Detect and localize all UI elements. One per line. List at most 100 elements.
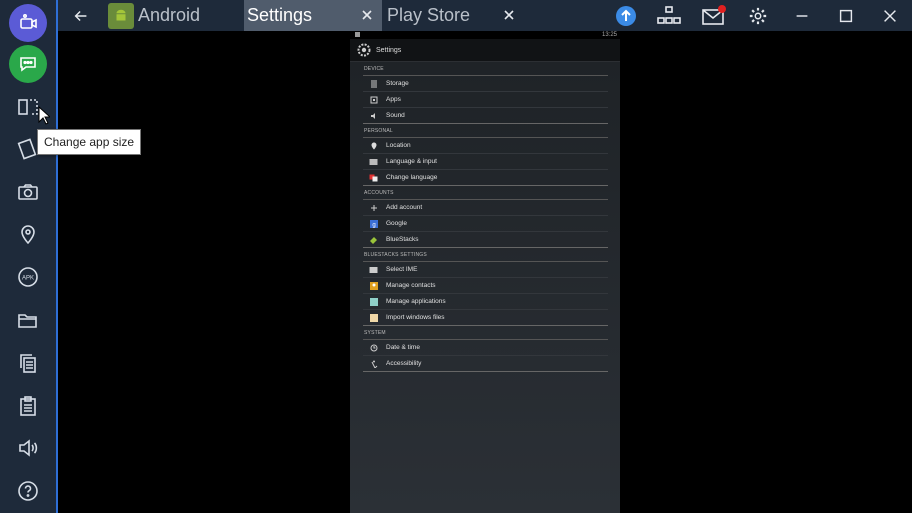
settings-item-sound[interactable]: Sound	[363, 108, 608, 124]
maximize-icon	[839, 9, 853, 23]
section-header: SYSTEM	[363, 328, 608, 340]
mouse-cursor-icon	[38, 106, 50, 125]
item-label: Select IME	[386, 266, 418, 273]
item-label: Sound	[386, 112, 405, 119]
item-label: Apps	[386, 96, 401, 103]
tab-label: Play Store	[387, 5, 471, 25]
settings-gear-icon	[357, 43, 371, 57]
item-label: Add account	[386, 204, 423, 211]
title-bar: Android Settings Play Store	[58, 0, 912, 31]
settings-item-google[interactable]: g Google	[363, 216, 608, 232]
item-label: Google	[386, 220, 407, 227]
item-label: Location	[386, 142, 411, 149]
help-icon[interactable]	[9, 472, 47, 510]
apps-icon	[369, 95, 378, 104]
keyboard-icon	[657, 6, 681, 24]
settings-item-add-account[interactable]: Add account	[363, 200, 608, 216]
android-icon	[108, 2, 134, 29]
item-label: Change language	[386, 174, 438, 181]
item-label: Language & input	[386, 158, 437, 165]
copy-icon[interactable]	[9, 344, 47, 382]
back-button[interactable]	[68, 3, 94, 29]
folder-icon[interactable]	[9, 301, 47, 339]
item-label: Import windows files	[386, 314, 445, 321]
left-toolbar: APK	[0, 0, 58, 513]
paste-icon[interactable]	[9, 387, 47, 425]
google-icon: g	[369, 219, 378, 228]
settings-item-date-time[interactable]: Date & time	[363, 340, 608, 356]
settings-item-select-ime[interactable]: Select IME	[363, 262, 608, 278]
contacts-icon	[369, 281, 378, 290]
mail-button[interactable]	[701, 3, 727, 29]
settings-item-accessibility[interactable]: Accessibility	[363, 356, 608, 372]
keyboard-mapping-button[interactable]	[656, 3, 682, 29]
settings-button[interactable]	[745, 3, 771, 29]
clock-icon	[369, 343, 378, 352]
apk-install-icon[interactable]: APK	[9, 258, 47, 296]
notification-icon	[355, 32, 360, 37]
settings-item-import-windows-files[interactable]: Import windows files	[363, 310, 608, 326]
item-label: BlueStacks	[386, 236, 419, 243]
android-status-bar: 13:25	[350, 31, 620, 39]
close-window-button[interactable]	[877, 3, 903, 29]
settings-item-apps[interactable]: Apps	[363, 92, 608, 108]
status-time: 13:25	[601, 32, 617, 38]
settings-item-change-language[interactable]: Change language	[363, 170, 608, 186]
settings-item-bluestacks[interactable]: BlueStacks	[363, 232, 608, 248]
tooltip: Change app size	[37, 129, 142, 155]
tab-label: Android	[138, 5, 201, 25]
settings-list: DEVICE Storage Apps Sound PERSONAL Locat…	[350, 64, 620, 372]
settings-action-bar: Settings	[350, 39, 620, 62]
close-icon	[362, 10, 372, 20]
android-screen: 13:25 Settings DEVICE Storage Apps Sound…	[350, 31, 620, 513]
tab-close-button[interactable]	[500, 6, 518, 24]
chat-icon[interactable]	[9, 45, 47, 83]
bluestacks-icon	[369, 235, 378, 244]
tab-close-button[interactable]	[358, 6, 376, 24]
settings-item-language-input[interactable]: Language & input	[363, 154, 608, 170]
location-icon[interactable]	[9, 215, 47, 253]
volume-icon[interactable]	[9, 429, 47, 467]
minimize-button[interactable]	[789, 3, 815, 29]
storage-icon	[369, 79, 378, 88]
settings-item-manage-applications[interactable]: Manage applications	[363, 294, 608, 310]
settings-item-manage-contacts[interactable]: Manage contacts	[363, 278, 608, 294]
change-language-icon	[369, 173, 378, 182]
settings-title: Settings	[376, 46, 402, 54]
back-arrow-icon	[74, 10, 87, 22]
tab-play-store[interactable]: Play Store	[384, 0, 524, 31]
camera-chat-icon[interactable]	[9, 4, 47, 42]
close-icon	[504, 10, 514, 20]
gear-icon	[749, 7, 767, 25]
import-files-icon	[369, 313, 378, 322]
svg-text:APK: APK	[22, 276, 34, 282]
sound-icon	[369, 111, 378, 120]
item-label: Manage contacts	[386, 282, 436, 289]
section-header: ACCOUNTS	[363, 188, 608, 200]
item-label: Date & time	[386, 344, 420, 351]
item-label: Accessibility	[386, 360, 422, 367]
minimize-icon	[796, 15, 808, 17]
keyboard-icon	[369, 265, 378, 274]
section-header: PERSONAL	[363, 126, 608, 138]
tab-android[interactable]: Android	[106, 0, 242, 31]
plus-icon	[369, 203, 378, 212]
settings-item-location[interactable]: Location	[363, 138, 608, 154]
maximize-button[interactable]	[833, 3, 859, 29]
keyboard-icon	[369, 157, 378, 166]
settings-item-storage[interactable]: Storage	[363, 76, 608, 92]
upload-button[interactable]	[613, 3, 639, 29]
upload-icon	[616, 6, 636, 26]
section-header: BLUESTACKS SETTINGS	[363, 250, 608, 262]
close-icon	[884, 10, 896, 22]
tab-settings[interactable]: Settings	[244, 0, 382, 31]
screenshot-icon[interactable]	[9, 173, 47, 211]
mail-icon	[702, 5, 726, 25]
manage-apps-icon	[369, 297, 378, 306]
tab-label: Settings	[247, 5, 313, 25]
svg-text:g: g	[372, 222, 375, 228]
section-header: DEVICE	[363, 64, 608, 76]
location-pin-icon	[369, 141, 378, 150]
item-label: Storage	[386, 80, 409, 87]
item-label: Manage applications	[386, 298, 446, 305]
